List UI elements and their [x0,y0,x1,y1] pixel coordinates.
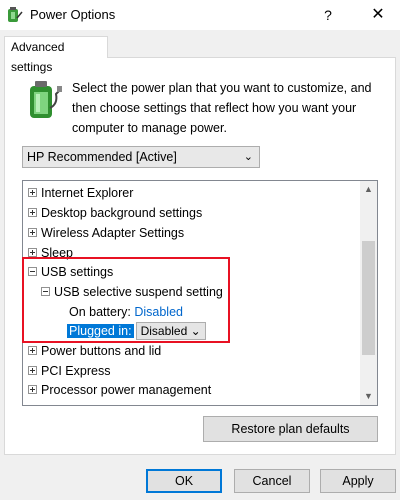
power-plan-value: HP Recommended [Active] [27,150,177,164]
restore-plan-defaults-button[interactable]: Restore plan defaults [203,416,378,442]
plan-description: Select the power plan that you want to c… [72,81,372,135]
chevron-down-icon: ⌄ [243,151,253,163]
battery-icon [24,78,64,122]
power-plan-select[interactable]: HP Recommended [Active] ⌄ [22,146,260,168]
expand-icon[interactable] [28,385,37,395]
highlight-outline [22,257,230,343]
cancel-button[interactable]: Cancel [234,469,310,493]
scroll-up-arrow-icon[interactable]: ▲ [360,181,377,198]
power-options-icon [6,6,24,24]
expand-icon[interactable] [28,366,37,376]
tree-item-label: Power buttons and lid [41,344,162,358]
tree-item-label: Wireless Adapter Settings [41,226,185,240]
window-title: Power Options [30,7,116,22]
tree-item-label: Desktop background settings [41,206,203,220]
tree-item-pci-express[interactable]: PCI Express [28,361,110,381]
tree-item-label: Processor power management [41,383,212,397]
help-button[interactable]: ? [314,2,342,28]
tree-item-internet-explorer[interactable]: Internet Explorer [28,183,133,203]
expand-icon[interactable] [28,188,37,198]
tree-item-power-buttons[interactable]: Power buttons and lid [28,341,161,361]
close-button[interactable]: ✕ [360,2,396,28]
apply-button[interactable]: Apply [320,469,396,493]
expand-icon[interactable] [28,228,37,238]
expand-icon[interactable] [28,346,37,356]
tab-advanced-settings[interactable]: Advanced settings [4,36,108,74]
scroll-down-arrow-icon[interactable]: ▼ [360,388,377,405]
tree-item-label: Internet Explorer [41,186,134,200]
tree-scrollbar[interactable]: ▲ ▼ [360,181,377,405]
expand-icon[interactable] [28,208,37,218]
expand-icon[interactable] [28,248,37,258]
scroll-thumb[interactable] [362,241,375,355]
tree-item-wireless-adapter[interactable]: Wireless Adapter Settings [28,223,184,243]
tree-item-desktop-background[interactable]: Desktop background settings [28,203,202,223]
tree-item-processor-power[interactable]: Processor power management [28,380,211,400]
ok-button[interactable]: OK [146,469,222,493]
tree-item-label: PCI Express [41,364,111,378]
